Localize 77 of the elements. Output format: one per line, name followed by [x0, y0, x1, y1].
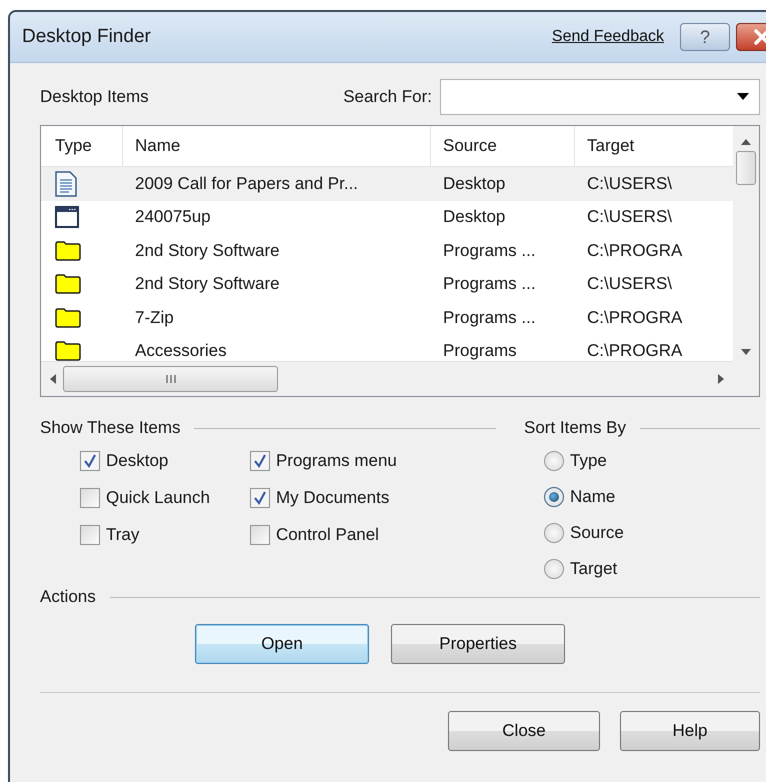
column-header[interactable]: Target: [575, 126, 733, 166]
document-icon: [55, 170, 77, 197]
table-cell-text: 2nd Story Software: [134, 240, 281, 261]
radio-option[interactable]: Type: [544, 447, 760, 474]
table-row[interactable]: 2nd Story Software Programs ... C:\USERS\: [41, 268, 733, 301]
checkbox-option[interactable]: Tray: [80, 521, 210, 548]
folder-icon: [55, 308, 81, 328]
table-cell-text: Programs: [442, 341, 518, 362]
window-icon: [55, 206, 79, 228]
dropdown-arrow-icon: [737, 93, 749, 101]
table-cell-text: Programs ...: [442, 274, 537, 294]
column-header[interactable]: Source: [431, 126, 575, 166]
scroll-up-icon: [741, 138, 751, 145]
table-cell-text: 2nd Story Software: [134, 274, 281, 294]
table-cell-text: Desktop: [442, 207, 506, 228]
table-cell-text: Programs ...: [442, 240, 537, 261]
group-title: Show These Items: [40, 418, 180, 438]
checkbox[interactable]: [80, 450, 100, 470]
column-header[interactable]: Name: [123, 126, 431, 166]
scroll-left-icon: [49, 374, 57, 384]
scrollbar-thumb[interactable]: [736, 151, 756, 185]
radio-option[interactable]: Target: [544, 555, 760, 582]
checkbox[interactable]: [250, 450, 270, 470]
scroll-down-icon: [741, 349, 751, 356]
table-cell-text: Accessories: [134, 341, 228, 362]
radio-option[interactable]: Source: [544, 519, 760, 546]
table-cell-text: C:\PROGRA: [586, 341, 684, 362]
table-row[interactable]: 2009 Call for Papers and Pr... Desktop C:\USERS\: [41, 167, 733, 200]
table-cell-text: 7-Zip: [134, 308, 175, 328]
checkbox[interactable]: [80, 524, 100, 544]
table-cell-text: Programs ...: [442, 308, 537, 328]
folder-icon: [55, 274, 81, 294]
scrollbar-thumb[interactable]: [63, 366, 278, 392]
search-field[interactable]: [440, 79, 760, 115]
group-title: Actions: [40, 587, 96, 607]
horizontal-scrollbar[interactable]: [41, 361, 733, 396]
radio-button[interactable]: [544, 450, 564, 470]
table-cell-text: C:\USERS\: [586, 207, 674, 228]
grip-icon: [164, 374, 176, 384]
radio-button[interactable]: [544, 522, 564, 542]
radio-button[interactable]: [544, 558, 564, 578]
table-cell-text: 240075up: [134, 207, 212, 228]
table-cell-text: C:\PROGRA: [586, 240, 684, 261]
checkbox-option[interactable]: Programs menu: [250, 447, 397, 474]
table-cell-text: Desktop: [442, 174, 506, 194]
scroll-right-icon: [717, 374, 725, 384]
search-label: Search For:: [343, 87, 432, 107]
group-title: Sort Items By: [524, 418, 626, 438]
action-button[interactable]: Properties: [391, 624, 565, 664]
table-cell-text: C:\USERS\: [586, 274, 674, 294]
checkbox-option[interactable]: Control Panel: [250, 521, 397, 548]
action-button[interactable]: Open: [195, 624, 369, 664]
help-button[interactable]: ?: [680, 23, 730, 51]
checkbox-option[interactable]: My Documents: [250, 484, 397, 511]
dialog-button[interactable]: Close: [448, 711, 600, 751]
dialog-button[interactable]: Help: [620, 711, 760, 751]
table-row[interactable]: 7-Zip Programs ... C:\PROGRA: [41, 301, 733, 334]
table-cell-text: C:\USERS\: [586, 174, 674, 194]
checkbox[interactable]: [250, 524, 270, 544]
send-feedback-link[interactable]: Send Feedback: [552, 28, 664, 46]
checkbox-option[interactable]: Quick Launch: [80, 484, 210, 511]
window-title: Desktop Finder: [22, 26, 152, 48]
table-row[interactable]: 2nd Story Software Programs ... C:\PROGRA: [41, 234, 733, 268]
radio-option[interactable]: Name: [544, 483, 760, 510]
table-row[interactable]: Accessories Programs C:\PROGRA: [41, 334, 733, 362]
folder-icon: [55, 341, 81, 362]
folder-icon: [55, 240, 81, 261]
column-header[interactable]: Type: [41, 126, 123, 166]
table-cell-text: C:\PROGRA: [586, 308, 684, 328]
table-row[interactable]: 240075up Desktop C:\USERS\: [41, 200, 733, 234]
radio-button[interactable]: [544, 486, 564, 506]
checkbox[interactable]: [250, 488, 270, 508]
checkbox-option[interactable]: Desktop: [80, 447, 210, 474]
table-cell-text: 2009 Call for Papers and Pr...: [134, 174, 360, 194]
list-label: Desktop Items: [40, 87, 149, 107]
checkbox[interactable]: [80, 488, 100, 508]
vertical-scrollbar[interactable]: [733, 126, 759, 396]
